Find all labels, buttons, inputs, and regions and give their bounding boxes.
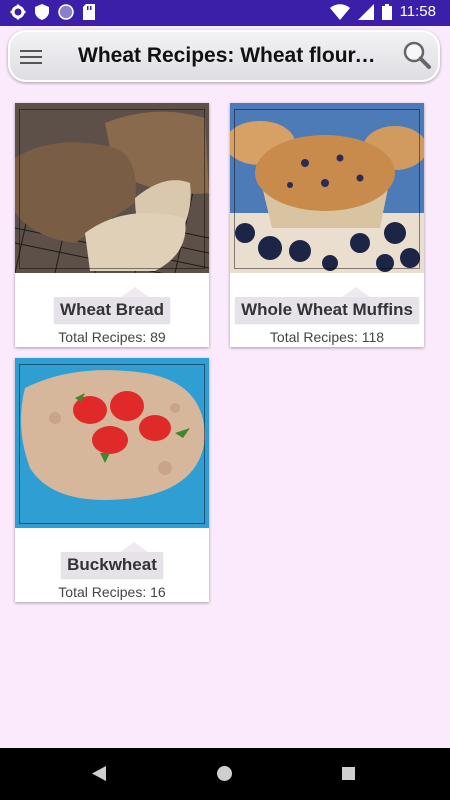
category-card-whole-wheat-muffins[interactable]: Whole Wheat Muffins Total Recipes: 118 <box>230 103 424 347</box>
page-title: Wheat Recipes: Wheat flour, Whole wheat,… <box>78 44 378 67</box>
system-nav-bar <box>0 748 450 800</box>
category-title: Buckwheat <box>61 542 163 578</box>
wifi-icon <box>329 3 350 20</box>
menu-icon[interactable] <box>20 46 42 66</box>
recipe-count: Total Recipes: 118 <box>269 329 385 345</box>
category-title: Wheat Bread <box>54 287 170 323</box>
search-icon[interactable] <box>402 40 432 70</box>
category-card-buckwheat[interactable]: Buckwheat Total Recipes: 16 <box>15 358 209 602</box>
battery-icon <box>381 3 392 20</box>
app-toolbar: Wheat Recipes: Wheat flour, Whole wheat,… <box>8 30 440 82</box>
circle-icon <box>58 4 74 20</box>
status-bar: 11:58 <box>0 0 450 26</box>
category-card-wheat-bread[interactable]: Wheat Bread Total Recipes: 89 <box>15 103 209 347</box>
sd-card-icon <box>83 4 95 20</box>
recents-icon[interactable] <box>342 767 355 780</box>
shield-icon <box>35 4 49 20</box>
photo-frame <box>19 364 205 524</box>
signal-icon <box>357 3 374 20</box>
clock-time: 11:58 <box>399 3 436 20</box>
gear-icon <box>10 4 26 20</box>
recipe-count: Total Recipes: 89 <box>58 329 166 345</box>
category-title: Whole Wheat Muffins <box>235 287 419 323</box>
back-icon[interactable] <box>92 766 106 781</box>
photo-frame <box>19 109 205 269</box>
photo-frame <box>234 109 420 269</box>
recipe-count: Total Recipes: 16 <box>58 584 166 600</box>
home-icon[interactable] <box>217 766 232 781</box>
